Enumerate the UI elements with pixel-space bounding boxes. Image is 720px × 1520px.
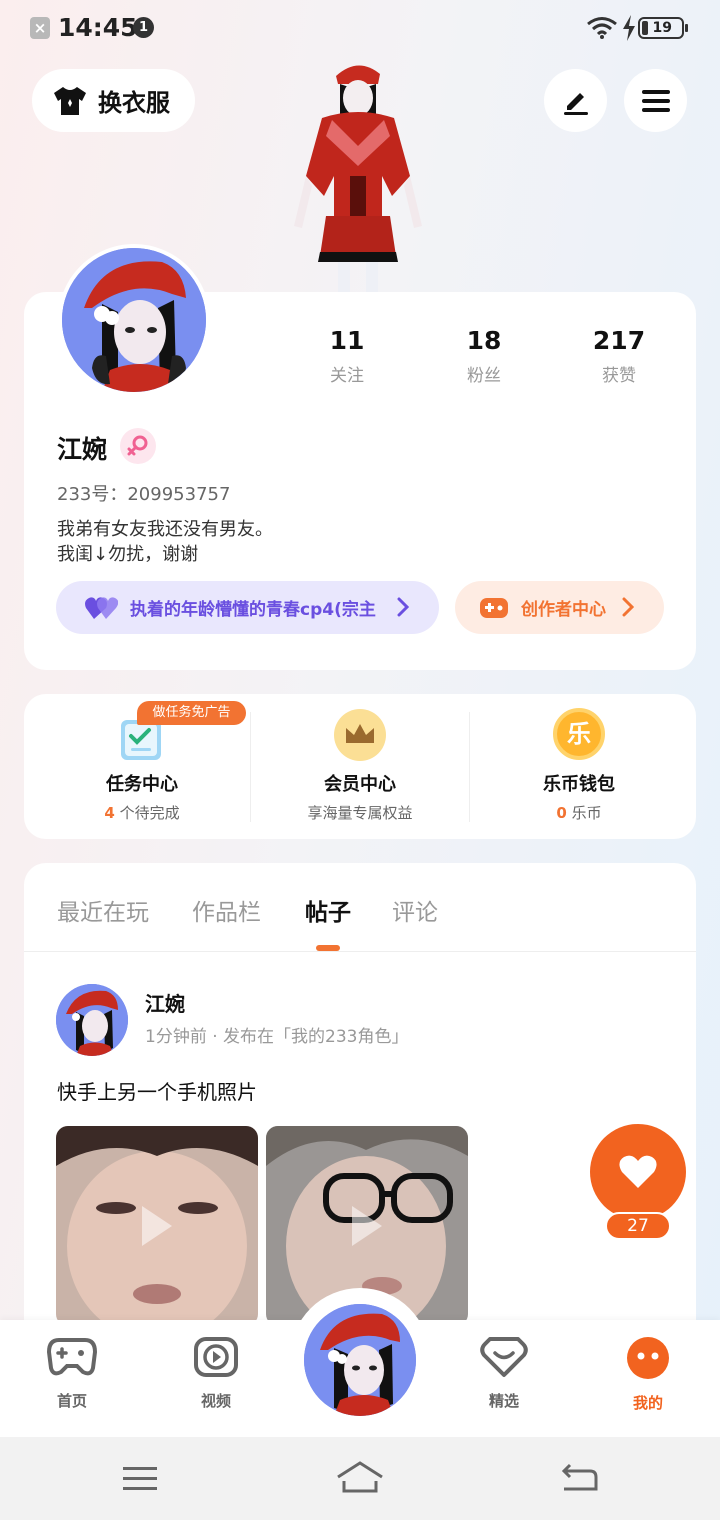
female-icon: [120, 428, 156, 464]
post-text: 快手上另一个手机照片: [57, 1080, 257, 1104]
edit-icon: [563, 92, 588, 115]
creator-center-pill[interactable]: 创作者中心: [455, 581, 664, 634]
like-count: 27: [605, 1212, 671, 1240]
tab-posts[interactable]: 帖子: [305, 893, 351, 927]
vip-center-item[interactable]: 会员中心 享海量专属权益: [248, 694, 472, 839]
battery-icon: 19: [638, 17, 688, 39]
play-icon: [142, 1206, 172, 1246]
wallet-item[interactable]: 乐 乐币钱包 0 乐币: [467, 694, 691, 839]
ad-free-badge: 做任务免广告: [137, 701, 246, 725]
system-nav-bar: [0, 1437, 720, 1520]
video-icon: [194, 1337, 238, 1377]
profile-uid: 233号：209953757: [57, 484, 231, 505]
charging-icon: [623, 15, 635, 41]
recent-apps-icon[interactable]: [122, 1465, 158, 1493]
stat-likes-label: 获赞: [602, 366, 636, 386]
post-meta: 1分钟前 · 发布在「我的233角色」: [145, 1027, 409, 1047]
vip-center-sub: 享海量专属权益: [307, 804, 413, 822]
stat-followers[interactable]: 18 粉丝: [424, 326, 544, 386]
chevron-right-icon: [622, 597, 634, 617]
avatar-character[interactable]: [282, 56, 434, 294]
back-icon[interactable]: [560, 1463, 598, 1493]
wifi-icon: [587, 17, 617, 39]
post-video-thumbnail[interactable]: [56, 1126, 258, 1326]
nav-featured[interactable]: 精选: [459, 1336, 549, 1411]
menu-button[interactable]: [624, 69, 687, 132]
gamepad-icon: [480, 597, 508, 618]
nav-center-avatar[interactable]: [304, 1304, 416, 1416]
crown-icon: [334, 709, 386, 761]
bio-line-1: 我弟有女友我还没有男友。: [57, 519, 273, 540]
change-outfit-label: 换衣服: [98, 89, 170, 117]
stat-following[interactable]: 11 关注: [287, 326, 407, 386]
stat-likes-value: 217: [592, 326, 646, 355]
stat-followers-label: 粉丝: [467, 366, 501, 386]
post-author-name[interactable]: 江婉: [145, 988, 185, 1017]
nav-home-label: 首页: [56, 1392, 87, 1410]
stat-followers-value: 18: [466, 326, 502, 355]
change-outfit-button[interactable]: 换衣服: [32, 69, 195, 132]
tab-comments[interactable]: 评论: [392, 893, 438, 927]
close-friend-pill[interactable]: 执着的年龄懵懂的青春cp4(宗主: [56, 581, 439, 634]
close-notification-icon: ×: [30, 17, 50, 39]
menu-icon: [641, 89, 670, 112]
mine-icon: [627, 1337, 669, 1379]
nav-video[interactable]: 视频: [171, 1336, 261, 1411]
gamepad-icon: [46, 1338, 98, 1376]
notification-count: 1: [133, 17, 154, 38]
home-icon[interactable]: [336, 1461, 384, 1495]
tshirt-icon: [54, 86, 86, 115]
task-count: 4: [104, 804, 115, 822]
status-bar: × 14:45 1 19: [0, 0, 720, 56]
chevron-right-icon: [397, 597, 409, 617]
task-center-sub: 4 个待完成: [30, 802, 254, 823]
heart-icon: [619, 1155, 657, 1188]
nav-mine[interactable]: 我的: [603, 1336, 693, 1413]
nav-home[interactable]: 首页: [27, 1336, 117, 1411]
creator-center-label: 创作者中心: [521, 600, 606, 620]
play-icon: [352, 1206, 382, 1246]
nav-mine-label: 我的: [632, 1394, 663, 1412]
status-time: 14:45: [58, 13, 138, 42]
like-button[interactable]: [590, 1124, 686, 1220]
nav-featured-label: 精选: [488, 1392, 519, 1410]
stat-likes[interactable]: 217 获赞: [559, 326, 679, 386]
profile-name: 江婉: [57, 435, 108, 464]
profile-avatar[interactable]: [58, 244, 210, 396]
stat-following-label: 关注: [330, 366, 364, 386]
task-count-label: 个待完成: [114, 804, 180, 822]
profile-bio: 我弟有女友我还没有男友。 我闺↓勿扰，谢谢: [57, 517, 273, 567]
edit-profile-button[interactable]: [544, 69, 607, 132]
close-friend-label: 执着的年龄懵懂的青春cp4(宗主: [130, 600, 376, 620]
wallet-title: 乐币钱包: [543, 774, 615, 795]
nav-video-label: 视频: [200, 1392, 231, 1410]
bio-line-2: 我闺↓勿扰，谢谢: [57, 544, 199, 565]
double-heart-icon: [85, 596, 118, 619]
stat-following-value: 11: [329, 326, 365, 355]
vip-center-title: 会员中心: [324, 774, 396, 795]
tab-works[interactable]: 作品栏: [192, 893, 261, 927]
featured-icon: [480, 1337, 528, 1377]
battery-level: 19: [652, 20, 672, 36]
coin-count-label: 乐币: [566, 804, 602, 822]
post-author-avatar[interactable]: [56, 984, 128, 1056]
coin-icon: 乐: [553, 708, 605, 760]
divider: [24, 951, 696, 952]
tab-recent-played[interactable]: 最近在玩: [57, 893, 149, 927]
wallet-sub: 0 乐币: [467, 802, 691, 823]
task-center-title: 任务中心: [106, 774, 178, 795]
coin-count: 0: [556, 804, 567, 822]
